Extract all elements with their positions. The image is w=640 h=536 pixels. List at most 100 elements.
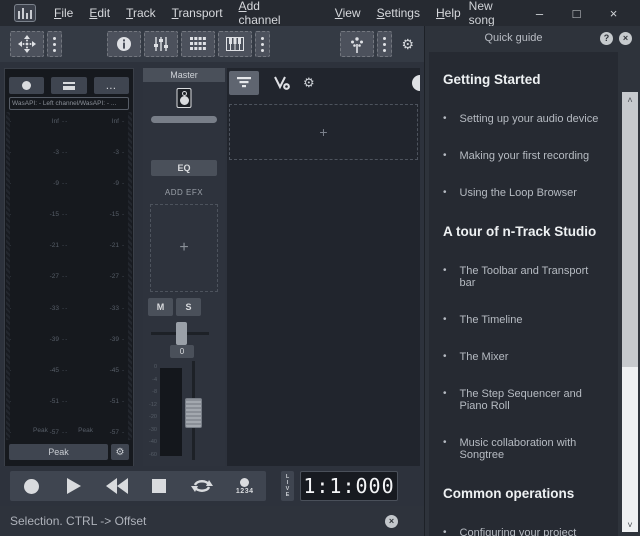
menu-file[interactable]: File — [46, 6, 81, 20]
live-button[interactable]: LIVE — [281, 471, 294, 501]
status-close-icon[interactable]: × — [385, 515, 398, 528]
guide-section-heading: Getting Started — [443, 72, 604, 87]
meter-settings-gear-icon[interactable]: ⚙ — [111, 444, 129, 460]
menu-view[interactable]: View — [327, 6, 369, 20]
meter-db-value-left: -51 — [15, 398, 59, 405]
guide-topic-link[interactable]: •Using the Loop Browser — [443, 187, 604, 199]
menu-transport[interactable]: Transport — [164, 6, 231, 20]
guide-topic-link[interactable]: •Making your first recording — [443, 150, 604, 162]
meter-tick: -- — [59, 242, 75, 249]
fader-db-value: -8 — [145, 389, 157, 395]
scrollbar-thumb[interactable] — [622, 107, 638, 367]
guide-topic-label: The Step Sequencer and Piano Roll — [460, 388, 604, 412]
menu-edit[interactable]: Edit — [81, 6, 118, 20]
master-volume-slider[interactable] — [151, 116, 217, 123]
meter-menu-button[interactable] — [51, 77, 86, 94]
master-strip-title[interactable]: Master — [143, 68, 225, 82]
songtree-button[interactable] — [340, 31, 374, 57]
guide-topic-link[interactable]: •The Step Sequencer and Piano Roll — [443, 388, 604, 412]
help-icon[interactable]: ? — [600, 32, 613, 45]
step-sequencer-button[interactable] — [181, 31, 215, 57]
pan-value[interactable]: 0 — [170, 345, 194, 358]
meter-db-value-left: -45 — [15, 367, 59, 374]
stop-icon — [152, 479, 166, 493]
stop-button[interactable] — [138, 471, 181, 501]
bullet-icon: • — [443, 113, 447, 124]
menu-bar: FileEditTrackTransportAdd channel ViewSet… — [46, 0, 469, 27]
fader-db-value: 0 — [145, 364, 157, 370]
window-controls: – □ × — [521, 0, 632, 26]
menu-track[interactable]: Track — [118, 6, 164, 20]
guide-topic-label: Music collaboration with Songtree — [460, 437, 604, 461]
track-filter-button[interactable] — [229, 71, 259, 95]
volume-fader-handle[interactable] — [185, 398, 202, 428]
guide-topic-link[interactable]: •The Timeline — [443, 314, 604, 326]
close-icon[interactable]: × — [595, 0, 632, 26]
meter-scale-row: --45---45- — [5, 367, 133, 374]
meter-scale-row: --33---33- — [5, 305, 133, 312]
meter-tick: -- — [59, 211, 75, 218]
solo-button[interactable]: S — [176, 298, 201, 316]
guide-topic-link[interactable]: •Music collaboration with Songtree — [443, 437, 604, 461]
piano-roll-button[interactable] — [218, 31, 252, 57]
audio-input-device-label[interactable]: WasAPI: - Left channel/WasAPI: - ... — [9, 97, 129, 110]
guide-close-icon[interactable]: × — [619, 32, 632, 45]
bullet-icon: • — [443, 527, 447, 536]
minimize-icon[interactable]: – — [521, 0, 558, 26]
info-button[interactable] — [107, 31, 141, 57]
fader-db-value: -30 — [145, 427, 157, 433]
meter-db-value-left: -9 — [15, 180, 59, 187]
toolbar-settings-gear-icon[interactable]: ⚙ — [401, 37, 414, 51]
loop-button[interactable] — [181, 471, 224, 501]
meter-more-button[interactable]: … — [94, 77, 129, 94]
quick-guide-content: Getting Started • Setting up your audio de… — [429, 52, 618, 536]
mute-button[interactable]: M — [148, 298, 173, 316]
meter-db-value-left: -33 — [15, 305, 59, 312]
fader-db-scale: 0-4-8-12-20-30-40-60 — [145, 364, 157, 458]
guide-topic-link[interactable]: •Configuring your project — [443, 527, 604, 536]
guide-topic-label: Setting up your audio device — [460, 113, 599, 125]
timeline-settings-gear-icon[interactable]: ⚙ — [303, 75, 315, 91]
menu-settings[interactable]: Settings — [369, 6, 428, 20]
app-logo-icon — [14, 4, 36, 22]
count-in-button[interactable]: 1234 — [223, 471, 266, 501]
info-icon — [116, 36, 132, 52]
songtree-menu-button[interactable] — [377, 31, 392, 57]
record-icon — [24, 479, 39, 494]
hamburger-icon — [63, 82, 75, 90]
maximize-icon[interactable]: □ — [558, 0, 595, 26]
master-level-meter — [160, 368, 182, 456]
add-track-drop-zone[interactable]: + — [229, 104, 418, 160]
timeline-toolbar: ⚙ — [227, 68, 420, 98]
guide-topic-label: The Mixer — [460, 351, 509, 363]
mixer-button[interactable] — [144, 31, 178, 57]
arm-record-button[interactable] — [9, 77, 44, 94]
move-tool-button[interactable] — [10, 31, 44, 57]
guide-topic-link[interactable]: • Setting up your audio device — [443, 113, 604, 125]
clipped-toolbar-icon[interactable] — [412, 75, 420, 91]
menu-help[interactable]: Help — [428, 6, 469, 20]
guide-scrollbar[interactable]: ˄ ˅ — [622, 92, 638, 532]
bullet-icon: • — [443, 187, 447, 198]
play-button[interactable] — [53, 471, 96, 501]
eq-button[interactable]: EQ — [151, 160, 217, 176]
menu-add-channel[interactable]: Add channel — [231, 0, 305, 27]
filter-funnel-icon — [237, 77, 251, 89]
scroll-up-icon[interactable]: ˄ — [622, 92, 638, 107]
add-effect-drop-zone[interactable]: + — [150, 204, 218, 292]
rewind-button[interactable] — [95, 471, 138, 501]
mixer-faders-icon — [153, 36, 169, 52]
pan-slider-handle[interactable] — [176, 322, 187, 345]
speaker-icon — [177, 88, 192, 108]
guide-topic-link[interactable]: •The Toolbar and Transport bar — [443, 265, 604, 289]
views-menu-button[interactable] — [255, 31, 270, 57]
meter-tick: -- — [59, 367, 75, 374]
peak-button[interactable]: Peak — [9, 444, 108, 460]
meter-db-value-left: -3 — [15, 149, 59, 156]
record-button[interactable] — [10, 471, 53, 501]
time-position-display[interactable]: 1:1:000 — [300, 471, 398, 501]
draw-automation-button[interactable] — [273, 75, 291, 91]
scroll-down-icon[interactable]: ˅ — [622, 517, 638, 532]
move-tool-menu-button[interactable] — [47, 31, 62, 57]
guide-topic-link[interactable]: •The Mixer — [443, 351, 604, 363]
